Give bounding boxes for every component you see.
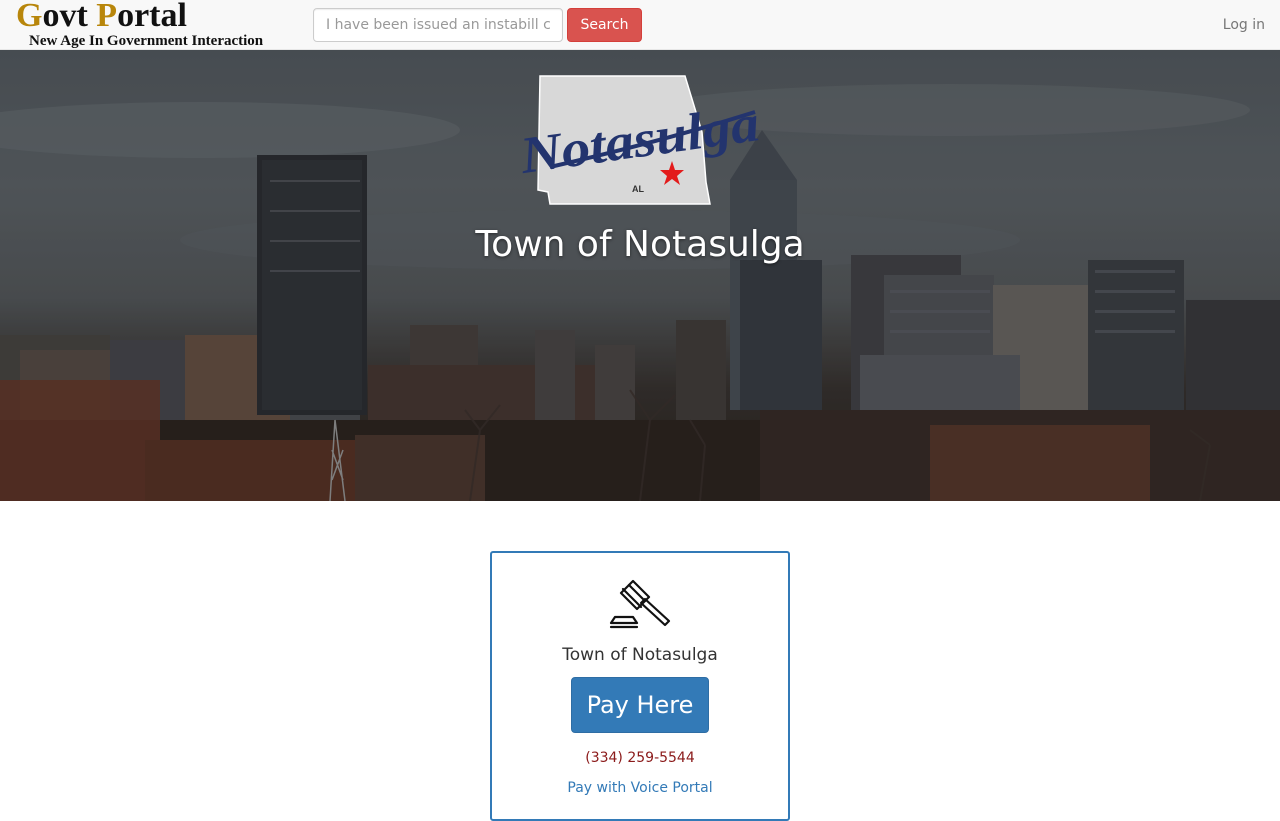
logo-state-text: AL: [632, 184, 644, 194]
brand-tagline: New Age In Government Interaction: [29, 33, 264, 49]
gavel-icon: [609, 579, 671, 629]
brand-logo[interactable]: Govt Portal New Age In Government Intera…: [16, 0, 286, 50]
card-title: Town of Notasulga: [562, 645, 718, 665]
search-button[interactable]: Search: [567, 8, 642, 42]
payment-card: Town of Notasulga Pay Here (334) 259-554…: [490, 551, 790, 821]
town-logo: Notasulga AL: [516, 75, 763, 205]
search-input[interactable]: [313, 8, 563, 42]
brand-title: Govt Portal: [16, 0, 187, 34]
top-navbar: Govt Portal New Age In Government Intera…: [0, 0, 1280, 50]
voice-portal-link[interactable]: Pay with Voice Portal: [492, 780, 788, 796]
pay-here-button[interactable]: Pay Here: [571, 677, 709, 733]
login-link[interactable]: Log in: [1223, 0, 1265, 50]
hero-banner: Notasulga AL Town of Notasulga: [0, 50, 1280, 501]
hero-title: Town of Notasulga: [475, 224, 805, 265]
phone-number: (334) 259-5544: [585, 750, 695, 766]
